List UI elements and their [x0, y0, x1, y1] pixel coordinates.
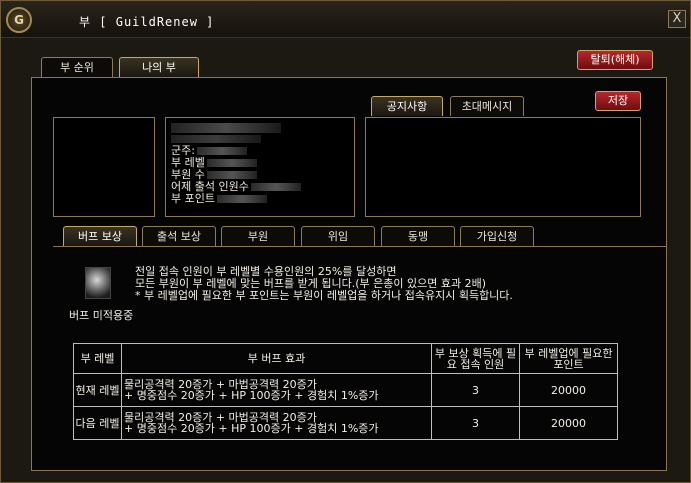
effect-cell: 물리공격력 20증가 + 마법공격력 20증가 + 명중점수 20증가 + HP…	[121, 373, 432, 407]
tab-guild-ranking[interactable]: 부 순위	[41, 57, 113, 77]
tab-notice[interactable]: 공지사항	[371, 96, 443, 116]
tab-buff-reward[interactable]: 버프 보상	[63, 226, 137, 246]
tab-my-guild[interactable]: 나의 부	[119, 57, 199, 77]
save-button[interactable]: 저장	[595, 91, 641, 111]
tab-join-request[interactable]: 가입신청	[460, 226, 534, 246]
tab-attendance-reward[interactable]: 출석 보상	[142, 226, 216, 246]
redacted-value	[196, 147, 247, 155]
redacted-text	[171, 135, 261, 143]
table-row: 다음 레벨 물리공격력 20증가 + 마법공격력 20증가 + 명중점수 20증…	[73, 406, 618, 440]
guild-emblem-box	[53, 117, 155, 217]
buff-icon	[85, 267, 111, 299]
table-header: 부 레벨업에 필요한 포인트	[519, 343, 618, 374]
required-users-cell: 3	[431, 406, 520, 440]
tab-invite-message[interactable]: 초대메시지	[450, 96, 524, 116]
buff-status: 버프 미적용중	[69, 309, 134, 322]
effect-cell: 물리공격력 20증가 + 마법공격력 20증가 + 명중점수 20증가 + HP…	[121, 406, 432, 440]
notice-textarea[interactable]	[365, 117, 641, 217]
required-users-cell: 3	[431, 373, 520, 407]
title-bar[interactable]: G 부 [ GuildRenew ] X	[1, 1, 690, 38]
table-row: 현재 레벨 물리공격력 20증가 + 마법공격력 20증가 + 명중점수 20증…	[73, 373, 618, 407]
required-points-cell: 20000	[519, 406, 618, 440]
guild-window: G 부 [ GuildRenew ] X 부 순위 나의 부 탈퇴(해체) 저장…	[0, 0, 691, 483]
effect-line: + 명중점수 20증가 + HP 100증가 + 경험치 1%증가	[124, 389, 379, 402]
level-cell: 다음 레벨	[73, 406, 122, 440]
redacted-value	[216, 195, 267, 203]
table-header: 부 보상 획득에 필요 접속 인원	[431, 343, 520, 374]
window-title: 부 [ GuildRenew ]	[79, 15, 215, 29]
table-header: 부 버프 효과	[121, 343, 432, 374]
redacted-value	[206, 159, 257, 167]
guild-logo-icon: G	[6, 7, 32, 33]
buff-table: 부 레벨 부 버프 효과 부 보상 획득에 필요 접속 인원 부 레벨업에 필요…	[73, 343, 618, 440]
close-button[interactable]: X	[668, 10, 686, 28]
tab-members[interactable]: 부원	[221, 226, 295, 246]
redacted-value	[250, 183, 301, 191]
level-cell: 현재 레벨	[73, 373, 122, 407]
table-header: 부 레벨	[73, 343, 122, 374]
info-points-label: 부 포인트	[171, 192, 215, 205]
buff-description: 전일 접속 인원이 부 레벨별 수용인원의 25%를 달성하면 모든 부원이 부…	[135, 266, 513, 302]
tab-divider	[53, 246, 667, 247]
withdraw-button[interactable]: 탈퇴(해체)	[577, 50, 653, 70]
required-points-cell: 20000	[519, 373, 618, 407]
redacted-value	[206, 171, 257, 179]
tab-alliance[interactable]: 동맹	[381, 226, 455, 246]
effect-line: + 명중점수 20증가 + HP 100증가 + 경험치 1%증가	[124, 422, 379, 435]
redacted-text	[171, 123, 281, 133]
guild-info-box: 군주: 부 레벨 부원 수 어제 출석 인원수 부 포인트	[165, 117, 355, 217]
tab-delegate[interactable]: 위임	[301, 226, 375, 246]
buff-description-line: * 부 레벨업에 필요한 부 포인트는 부원이 레벨업을 하거나 접속유지시 획…	[135, 289, 513, 302]
